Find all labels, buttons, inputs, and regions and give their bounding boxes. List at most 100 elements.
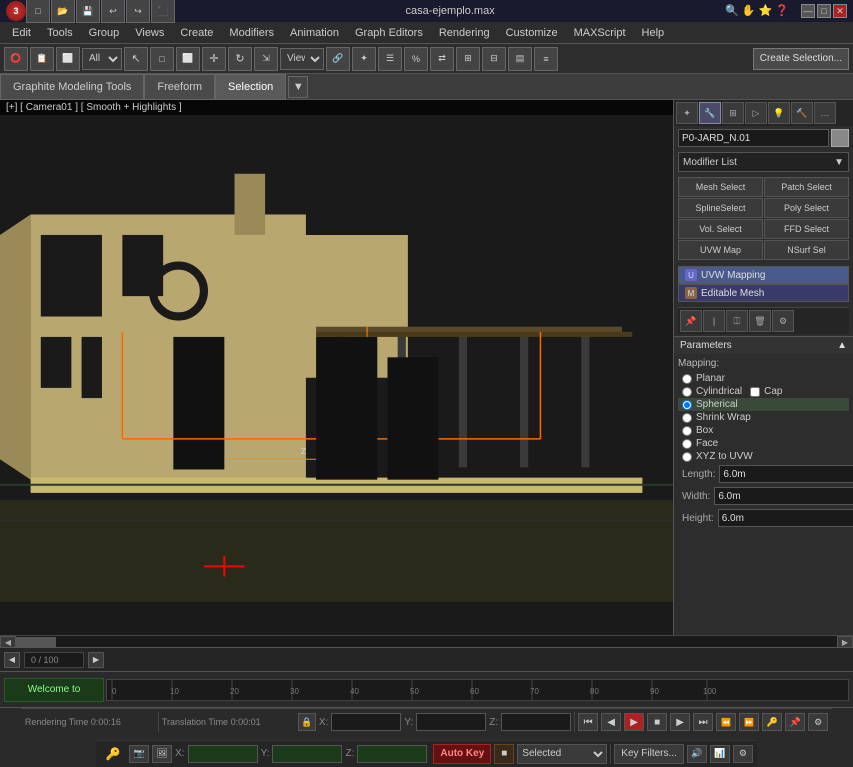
tab-freeform[interactable]: Freeform	[144, 74, 215, 100]
utilities-icon[interactable]: 🔨	[791, 102, 813, 124]
filter-btn[interactable]: ⚙	[808, 713, 828, 731]
menu-edit[interactable]: Edit	[4, 25, 39, 41]
scrollbar-thumb-h[interactable]	[16, 637, 56, 647]
open-btn[interactable]: 📂	[51, 0, 75, 23]
camera-icon-status[interactable]: 📷	[129, 745, 149, 763]
parameters-header[interactable]: Parameters ▲	[674, 336, 853, 354]
rotate-icon[interactable]: ↻	[228, 47, 252, 71]
timeline-prev-btn[interactable]: ◀	[4, 652, 20, 668]
mapping-xyz-radio[interactable]	[682, 452, 692, 462]
sound-icon[interactable]: 🔊	[687, 745, 707, 763]
save-btn[interactable]: 💾	[76, 0, 100, 23]
mirror-icon[interactable]: ⇄	[430, 47, 454, 71]
menu-help[interactable]: Help	[634, 25, 673, 41]
select-by-name-icon[interactable]: 📋	[30, 47, 54, 71]
viewport[interactable]: [+] [ Camera01 ] [ Smooth + Highlights ]	[0, 100, 673, 635]
length-input[interactable]	[719, 465, 853, 483]
select-rect-btn[interactable]: ⬜	[176, 47, 200, 71]
ffd-select-btn[interactable]: FFD Select	[764, 219, 849, 239]
mapping-spherical-radio[interactable]	[682, 400, 692, 410]
extras-icon[interactable]: …	[814, 102, 836, 124]
poly-select-btn[interactable]: Poly Select	[764, 198, 849, 218]
mapping-planar-radio[interactable]	[682, 374, 692, 384]
make-unique-icon[interactable]: ⎅	[726, 310, 748, 332]
object-name-input[interactable]	[678, 129, 829, 147]
stack-uvw-mapping[interactable]: U UVW Mapping	[678, 266, 849, 284]
viewport-scrollbar-h[interactable]: ◀ ▶	[0, 635, 853, 647]
x-coord-input[interactable]	[331, 713, 401, 731]
redo-btn[interactable]: ↪	[126, 0, 150, 23]
hierarchy-icon[interactable]: ⊞	[722, 102, 744, 124]
frame-nav-2[interactable]: ⏩	[739, 713, 759, 731]
mapping-cylindrical-radio[interactable]	[682, 387, 692, 397]
menu-views[interactable]: Views	[127, 25, 172, 41]
y2-input[interactable]	[272, 745, 342, 763]
mapping-cap-check[interactable]	[750, 387, 760, 397]
close-btn[interactable]: ✕	[833, 4, 847, 18]
tab-more-arrow[interactable]: ▼	[288, 76, 308, 98]
scroll-right-btn[interactable]: ▶	[837, 636, 853, 648]
select-filter-icon[interactable]: ⭕	[4, 47, 28, 71]
menu-create[interactable]: Create	[172, 25, 221, 41]
uvw-map-btn[interactable]: UVW Map	[678, 240, 763, 260]
scroll-left-btn[interactable]: ◀	[0, 636, 16, 648]
menu-rendering[interactable]: Rendering	[431, 25, 498, 41]
select-region-rect[interactable]: □	[150, 47, 174, 71]
z2-input[interactable]	[357, 745, 427, 763]
key-filters-btn[interactable]: Key Filters...	[614, 744, 684, 764]
patch-select-btn[interactable]: Patch Select	[764, 177, 849, 197]
playback-prev-frame[interactable]: ◀	[601, 713, 621, 731]
settings-icon[interactable]: ⚙	[733, 745, 753, 763]
object-color-swatch[interactable]	[831, 129, 849, 147]
modifier-list-dropdown[interactable]: Modifier List ▼	[678, 152, 849, 172]
set-key-btn[interactable]: ■	[494, 744, 514, 764]
tab-graphite[interactable]: Graphite Modeling Tools	[0, 74, 144, 100]
tab-selection[interactable]: Selection	[215, 74, 286, 100]
select-region-icon[interactable]: ⬜	[56, 47, 80, 71]
width-input[interactable]	[714, 487, 853, 505]
show-end-icon[interactable]: |	[703, 310, 725, 332]
playback-stop[interactable]: ■	[647, 713, 667, 731]
align-icon[interactable]: ⊟	[482, 47, 506, 71]
mapping-shrinkwrap-radio[interactable]	[682, 413, 692, 423]
playback-skip-end[interactable]: ⏭	[693, 713, 713, 731]
configure-icon[interactable]: ⚙	[772, 310, 794, 332]
pin-btn[interactable]: 📌	[785, 713, 805, 731]
hierarchy-icon[interactable]: ☰	[378, 47, 402, 71]
key-btn[interactable]: 🔑	[762, 713, 782, 731]
frame-nav-1[interactable]: ⏪	[716, 713, 736, 731]
motion-icon[interactable]: ▷	[745, 102, 767, 124]
menu-modifiers[interactable]: Modifiers	[221, 25, 282, 41]
spline-select-btn[interactable]: SplineSelect	[678, 198, 763, 218]
modify-icon[interactable]: 🔧	[699, 102, 721, 124]
move-icon[interactable]: ✛	[202, 47, 226, 71]
pin-stack-icon[interactable]: 📌	[680, 310, 702, 332]
hist-btn[interactable]: ⬛	[151, 0, 175, 23]
menu-customize[interactable]: Customize	[498, 25, 566, 41]
menu-tools[interactable]: Tools	[39, 25, 81, 41]
mapping-box-radio[interactable]	[682, 426, 692, 436]
create-selection-btn[interactable]: Create Selection...	[753, 48, 849, 70]
layer-icon[interactable]: ▤	[508, 47, 532, 71]
graph-icon[interactable]: 📊	[710, 745, 730, 763]
link-icon[interactable]: 🔗	[326, 47, 350, 71]
menu-animation[interactable]: Animation	[282, 25, 347, 41]
menu-maxscript[interactable]: MAXScript	[566, 25, 634, 41]
height-input[interactable]	[718, 509, 853, 527]
array-icon[interactable]: ⊞	[456, 47, 480, 71]
filter-dropdown[interactable]: All	[82, 48, 122, 70]
select-icon[interactable]: ↖	[124, 47, 148, 71]
percent-icon[interactable]: %	[404, 47, 428, 71]
y-coord-input[interactable]	[416, 713, 486, 731]
z-coord-input[interactable]	[501, 713, 571, 731]
new-btn[interactable]: □	[26, 0, 50, 23]
track-ruler[interactable]: 0 10 20 30 40 50 60 70 80 90 100	[106, 679, 849, 701]
view-dropdown[interactable]: View	[280, 48, 324, 70]
ribbon-icon[interactable]: ≡	[534, 47, 558, 71]
playback-next-frame[interactable]: ▶	[670, 713, 690, 731]
x2-input[interactable]	[188, 745, 258, 763]
vol-select-btn[interactable]: Vol. Select	[678, 219, 763, 239]
menu-group[interactable]: Group	[81, 25, 128, 41]
undo-btn[interactable]: ↩	[101, 0, 125, 23]
display-icon[interactable]: 💡	[768, 102, 790, 124]
